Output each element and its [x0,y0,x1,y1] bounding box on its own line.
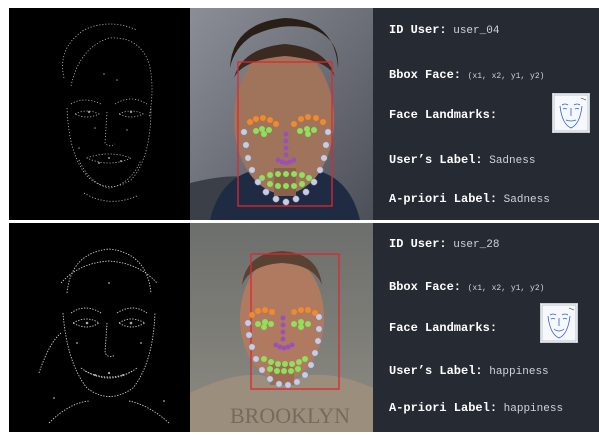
id-user-line: ID User: user_28 [389,237,499,251]
metadata-panel-2: ID User: user_28 Bbox Face: (x1, x2, y1,… [373,223,599,432]
id-user-value: user_28 [453,239,500,251]
apriori-label-key: A-priori Label: [389,401,498,415]
shirt-print-text: BROOKLYN [230,403,350,428]
face-landmarks-key: Face Landmarks: [389,321,498,335]
users-label-line: User’s Label: happiness [389,364,549,378]
sample-row-1: ID User: user_04 Bbox Face: (x1, x2, y1,… [9,8,599,220]
metadata-panel-1: ID User: user_04 Bbox Face: (x1, x2, y1,… [373,8,599,220]
id-user-key: ID User: [389,237,447,251]
sample-row-2: BROOKLYN ID User: user_28 Bbox Face: (x1… [9,223,599,432]
rgb-face-image [190,8,373,220]
id-user-key: ID User: [389,23,447,37]
id-user-value: user_04 [453,25,500,37]
event-frame-1 [9,8,190,220]
bbox-face-value: (x1, x2, y1, y2) [467,284,545,293]
users-label-value: happiness [489,366,549,378]
rgb-frame-2: BROOKLYN [190,223,373,432]
landmarks-thumbnail [540,303,578,343]
event-frame-2 [9,223,190,432]
apriori-label-value: happiness [503,403,564,415]
landmarks-thumbnail [552,93,590,133]
bbox-face-line: Bbox Face: (x1, x2, y1, y2) [389,68,544,82]
bbox-face-line: Bbox Face: (x1, x2, y1, y2) [389,280,544,294]
users-label-value: Sadness [489,155,536,167]
bbox-face-value: (x1, x2, y1, y2) [467,72,545,81]
bbox-face-key: Bbox Face: [389,68,462,82]
apriori-label-line: A-priori Label: happiness [389,401,563,415]
face-landmarks-key: Face Landmarks: [389,108,498,122]
event-face-image [9,223,190,432]
apriori-label-key: A-priori Label: [389,192,498,206]
users-label-line: User’s Label: Sadness [389,153,535,167]
users-label-key: User’s Label: [389,153,483,167]
users-label-key: User’s Label: [389,364,483,378]
bbox-face-key: Bbox Face: [389,280,462,294]
landmarks-plot-icon [553,94,589,132]
apriori-label-value: Sadness [503,194,550,206]
landmarks-plot-icon [541,304,577,342]
apriori-label-line: A-priori Label: Sadness [389,192,550,206]
event-face-image [9,8,190,220]
rgb-face-image: BROOKLYN [190,223,373,432]
id-user-line: ID User: user_04 [389,23,499,37]
figure: ID User: user_04 Bbox Face: (x1, x2, y1,… [9,8,599,432]
rgb-frame-1 [190,8,373,220]
face-landmarks-line: Face Landmarks: [389,321,497,335]
face-landmarks-line: Face Landmarks: [389,108,497,122]
